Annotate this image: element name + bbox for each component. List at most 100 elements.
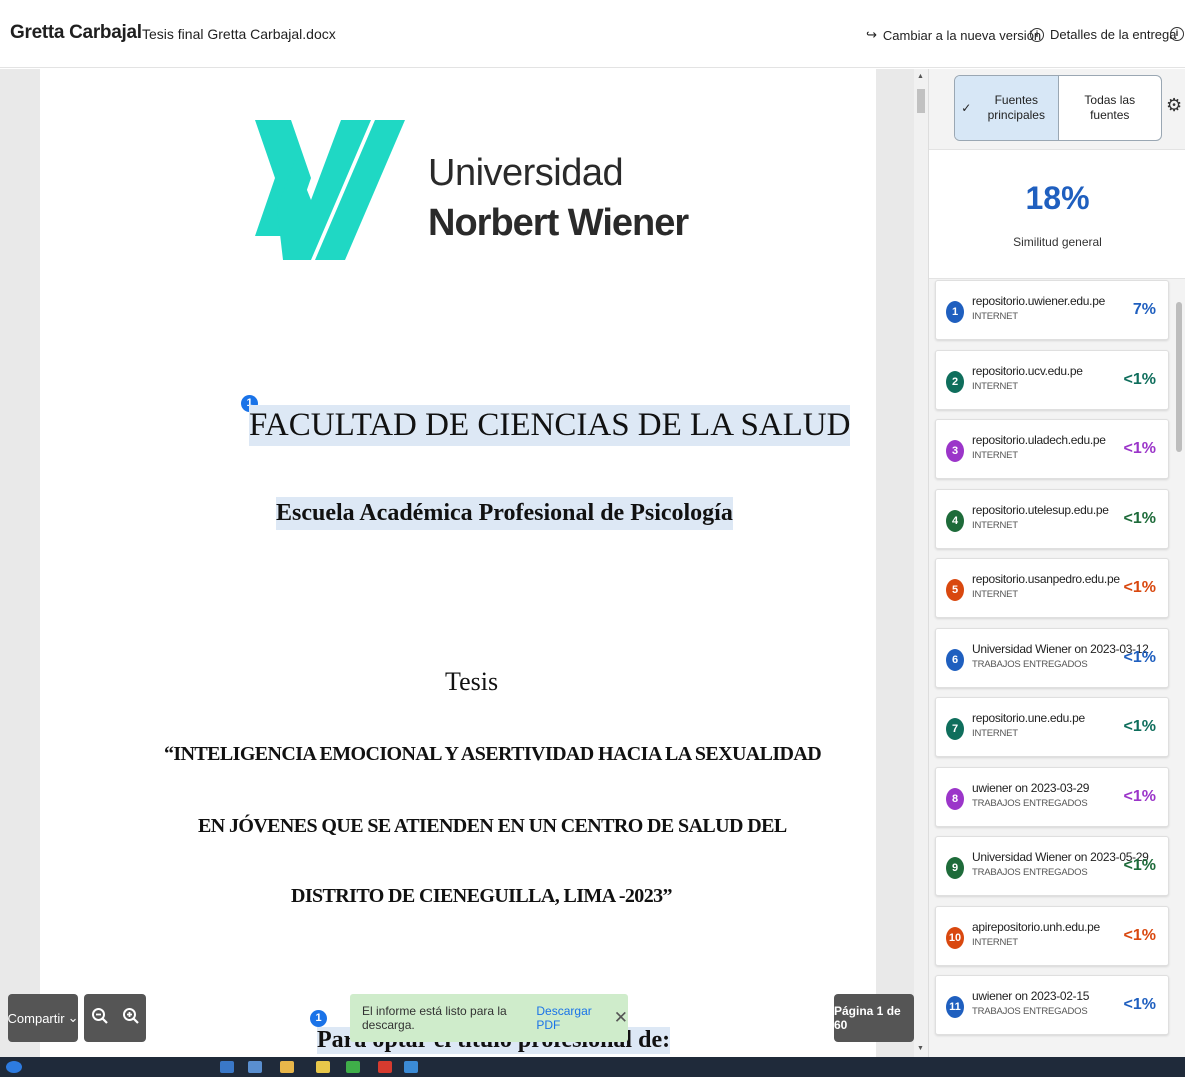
school-heading: Escuela Académica Profesional de Psicolo… bbox=[276, 497, 733, 530]
source-number-badge: 11 bbox=[946, 996, 964, 1018]
source-type: TRABAJOS ENTREGADOS bbox=[972, 658, 1088, 670]
source-item[interactable]: 1 repositorio.uwiener.edu.pe INTERNET 7% bbox=[935, 280, 1169, 340]
source-name: repositorio.uwiener.edu.pe bbox=[972, 294, 1105, 308]
info-icon: i bbox=[1030, 27, 1044, 42]
student-name: Gretta Carbajal bbox=[10, 22, 142, 43]
document-scrollbar[interactable]: ▲ ▼ bbox=[914, 69, 928, 1057]
university-logo-icon bbox=[255, 120, 405, 260]
source-item[interactable]: 7 repositorio.une.edu.pe INTERNET <1% bbox=[935, 697, 1169, 757]
source-percentage: 7% bbox=[1132, 301, 1156, 318]
download-pdf-link[interactable]: Descargar PDF bbox=[536, 1004, 605, 1032]
source-type: INTERNET bbox=[972, 589, 1018, 600]
tab-primary-label: Fuentes principales bbox=[987, 93, 1045, 122]
submission-details-label: Detalles de la entrega bbox=[1050, 27, 1177, 42]
source-name: Universidad Wiener on 2023-03-12 bbox=[972, 641, 1149, 656]
source-number-badge: 6 bbox=[946, 648, 964, 671]
source-percentage: <1% bbox=[1123, 718, 1156, 735]
source-name: repositorio.utelesup.edu.pe bbox=[972, 502, 1109, 517]
source-type: INTERNET bbox=[972, 311, 1018, 322]
info-icon: i bbox=[1170, 27, 1184, 41]
switch-arrow-icon: ↪ bbox=[866, 27, 877, 42]
similarity-score: 18% bbox=[1025, 180, 1090, 216]
source-type: INTERNET bbox=[972, 380, 1018, 392]
scrollbar-thumb[interactable] bbox=[1176, 302, 1182, 452]
source-item[interactable]: 2 repositorio.ucv.edu.pe INTERNET <1% bbox=[935, 349, 1169, 410]
source-item[interactable]: 3 repositorio.uladech.edu.pe INTERNET <1% bbox=[935, 419, 1169, 479]
source-item[interactable]: 6 Universidad Wiener on 2023-03-12 TRABAJO… bbox=[935, 627, 1169, 688]
taskbar-app-icon[interactable] bbox=[316, 1061, 330, 1073]
source-number-badge: 2 bbox=[946, 370, 964, 393]
source-item[interactable]: 11 uwiener on 2023-02-15 TRABAJOS ENTREGAD… bbox=[935, 975, 1169, 1035]
source-item[interactable]: 9 Universidad Wiener on 2023-05-29 TRABAJO… bbox=[935, 836, 1169, 896]
source-type: INTERNET bbox=[972, 728, 1018, 739]
source-number-badge: 10 bbox=[946, 926, 964, 949]
source-item[interactable]: 5 repositorio.usanpedro.edu.pe INTERNET <1% bbox=[935, 558, 1169, 618]
logo-text-line1: Universidad bbox=[428, 152, 624, 194]
source-percentage: <1% bbox=[1123, 509, 1156, 527]
switch-version-label: Cambiar a la nueva versión bbox=[882, 27, 1042, 43]
scrollbar-thumb[interactable] bbox=[917, 89, 925, 113]
source-type: TRABAJOS ENTREGADOS bbox=[972, 797, 1088, 809]
source-type: INTERNET bbox=[972, 450, 1018, 461]
close-icon[interactable]: ✕ bbox=[614, 1008, 628, 1028]
source-type: TRABAJOS ENTREGADOS bbox=[972, 867, 1088, 878]
source-name: repositorio.uladech.edu.pe bbox=[972, 433, 1106, 447]
source-number-badge: 3 bbox=[946, 440, 964, 462]
download-toast: El informe está listo para la descarga. … bbox=[350, 994, 628, 1042]
document-viewer[interactable]: Universidad Norbert Wiener 1 FACULTAD DE… bbox=[0, 69, 928, 1057]
source-percentage: <1% bbox=[1123, 440, 1156, 457]
zoom-in-icon[interactable] bbox=[122, 1007, 140, 1030]
folder-icon[interactable] bbox=[280, 1061, 294, 1073]
source-percentage: <1% bbox=[1123, 996, 1156, 1013]
source-item[interactable]: 4 repositorio.utelesup.edu.pe INTERNET <1% bbox=[935, 488, 1169, 549]
source-number-badge: 9 bbox=[946, 857, 964, 879]
source-percentage: <1% bbox=[1123, 787, 1156, 805]
tab-primary-sources[interactable]: ✓ Fuentes principales bbox=[955, 76, 1059, 140]
title-line-2: EN JÓVENES QUE SE ATIENDEN EN UN CENTRO … bbox=[198, 815, 787, 837]
source-percentage: <1% bbox=[1123, 648, 1156, 666]
source-item[interactable]: 10 apirepositorio.unh.edu.pe INTERNET <1% bbox=[935, 905, 1169, 966]
switch-version-link[interactable]: ↪ Cambiar a la nueva versión bbox=[866, 27, 1041, 43]
submission-details-link[interactable]: i Detalles de la entrega bbox=[1030, 27, 1176, 42]
tab-all-sources[interactable]: Todas las fuentes bbox=[1059, 76, 1162, 140]
source-type: TRABAJOS ENTREGADOS bbox=[972, 1006, 1088, 1017]
taskbar-app-icon[interactable] bbox=[248, 1061, 262, 1073]
source-percentage: <1% bbox=[1123, 926, 1156, 944]
source-type: INTERNET bbox=[972, 936, 1018, 948]
source-name: repositorio.une.edu.pe bbox=[972, 711, 1085, 725]
sources-panel: ✓ Fuentes principales Todas las fuentes … bbox=[928, 69, 1185, 1057]
source-name: Universidad Wiener on 2023-05-29 bbox=[972, 850, 1149, 864]
source-number-badge: 1 bbox=[946, 301, 964, 323]
scroll-up-icon[interactable]: ▲ bbox=[917, 73, 924, 80]
share-button[interactable]: Compartir ⌄ bbox=[8, 994, 79, 1042]
start-icon[interactable] bbox=[6, 1061, 22, 1073]
toast-message: El informe está listo para la descarga. bbox=[362, 1004, 507, 1032]
taskbar-app-icon[interactable] bbox=[220, 1061, 234, 1073]
info-button[interactable]: i bbox=[1170, 27, 1184, 41]
source-percentage: <1% bbox=[1123, 857, 1156, 874]
zoom-out-icon[interactable] bbox=[91, 1007, 109, 1030]
faculty-heading: FACULTAD DE CIENCIAS DE LA SALUD bbox=[249, 405, 851, 446]
source-name: repositorio.ucv.edu.pe bbox=[972, 363, 1083, 378]
title-line-1: “INTELIGENCIA EMOCIONAL Y ASERTIVIDAD HA… bbox=[164, 743, 822, 765]
match-marker[interactable]: 1 bbox=[310, 1010, 327, 1027]
document-page: Universidad Norbert Wiener 1 FACULTAD DE… bbox=[40, 69, 876, 1057]
taskbar-app-icon[interactable] bbox=[404, 1061, 418, 1073]
panel-scrollbar[interactable] bbox=[1173, 280, 1185, 1050]
gear-icon[interactable]: ⚙ bbox=[1166, 95, 1182, 116]
taskbar-app-icon[interactable] bbox=[378, 1061, 392, 1073]
source-item[interactable]: 8 uwiener on 2023-03-29 TRABAJOS ENTREGADO… bbox=[935, 766, 1169, 827]
document-filename: Tesis final Gretta Carbajal.docx bbox=[142, 26, 336, 42]
os-taskbar bbox=[0, 1057, 1185, 1077]
title-line-3: DISTRITO DE CIENEGUILLA, LIMA -2023” bbox=[291, 885, 672, 907]
source-number-badge: 8 bbox=[946, 787, 964, 810]
source-number-badge: 5 bbox=[946, 579, 964, 601]
page-indicator: Página 1 de 60 bbox=[834, 994, 914, 1042]
scroll-down-icon[interactable]: ▼ bbox=[917, 1045, 924, 1052]
source-name: repositorio.usanpedro.edu.pe bbox=[972, 572, 1120, 586]
similarity-summary: 18% Similitud general bbox=[929, 149, 1185, 279]
source-number-badge: 7 bbox=[946, 718, 964, 740]
thesis-label: Tesis bbox=[445, 667, 499, 696]
zoom-controls bbox=[84, 994, 146, 1042]
chrome-icon[interactable] bbox=[346, 1061, 360, 1073]
